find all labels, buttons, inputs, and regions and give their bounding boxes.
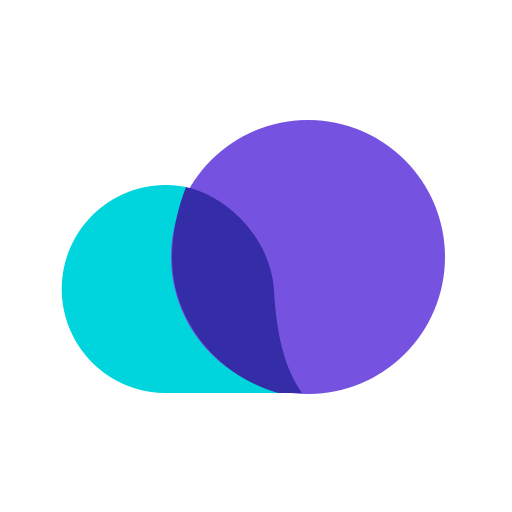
cloud-logo-icon xyxy=(0,0,512,512)
logo-canvas xyxy=(0,0,512,512)
